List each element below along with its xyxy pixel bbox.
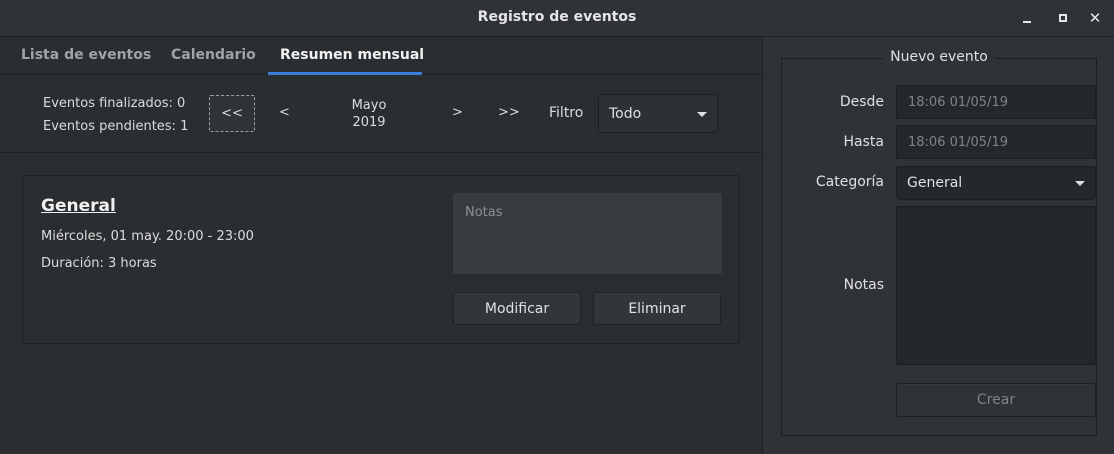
modify-button[interactable]: Modificar	[453, 292, 581, 325]
category-select[interactable]: General	[896, 166, 1096, 200]
minimize-button[interactable]	[1018, 9, 1036, 27]
next-month-button[interactable]: >	[452, 105, 463, 120]
close-icon: ✕	[1088, 8, 1102, 27]
tab-event-list[interactable]: Lista de eventos	[21, 47, 151, 63]
category-label: Categoría	[815, 174, 884, 190]
filter-value: Todo	[609, 105, 642, 122]
event-notes-field[interactable]: Notas	[453, 193, 722, 274]
window-title: Registro de eventos	[477, 9, 637, 25]
pending-events-count: Eventos pendientes: 1	[43, 119, 189, 134]
new-event-title: Nuevo evento	[883, 49, 995, 65]
event-date: Miércoles, 01 may. 20:00 - 23:00	[41, 229, 254, 244]
delete-button[interactable]: Eliminar	[593, 292, 721, 325]
summary-toolbar: Eventos finalizados: 0 Eventos pendiente…	[0, 76, 762, 153]
last-month-button[interactable]: >>	[498, 105, 520, 120]
from-label: Desde	[839, 94, 884, 110]
first-month-button[interactable]: <<	[209, 95, 255, 132]
main-pane: Lista de eventos Calendario Resumen mens…	[0, 37, 762, 454]
minimize-icon	[1023, 21, 1031, 23]
new-event-frame: Nuevo evento Desde 18:06 01/05/19 Hasta …	[781, 49, 1097, 436]
tab-calendar[interactable]: Calendario	[171, 47, 256, 63]
title-bar: Registro de eventos ✕	[0, 0, 1114, 37]
tab-monthly-summary[interactable]: Resumen mensual	[280, 47, 424, 63]
filter-select[interactable]: Todo	[598, 94, 718, 133]
finished-events-count: Eventos finalizados: 0	[43, 96, 186, 111]
previous-month-button[interactable]: <	[279, 105, 290, 120]
maximize-icon	[1059, 14, 1067, 22]
current-month: Mayo 2019	[336, 97, 402, 131]
notes-textarea[interactable]	[896, 206, 1096, 365]
to-label: Hasta	[843, 134, 884, 150]
month-year: 2019	[352, 115, 386, 130]
chevron-down-icon	[697, 111, 707, 117]
active-tab-indicator	[268, 72, 422, 75]
category-value: General	[907, 175, 963, 191]
month-name: Mayo	[351, 98, 387, 113]
event-card: General Miércoles, 01 may. 20:00 - 23:00…	[22, 175, 740, 344]
maximize-button[interactable]	[1054, 9, 1072, 27]
close-button[interactable]: ✕	[1086, 9, 1104, 27]
event-title: General	[41, 196, 116, 216]
filter-label: Filtro	[549, 105, 584, 121]
notes-label: Notas	[843, 277, 884, 293]
to-field[interactable]: 18:06 01/05/19	[896, 125, 1096, 159]
create-button[interactable]: Crear	[896, 383, 1096, 417]
from-field[interactable]: 18:06 01/05/19	[896, 85, 1096, 119]
new-event-pane: Nuevo evento Desde 18:06 01/05/19 Hasta …	[762, 37, 1114, 454]
tab-bar: Lista de eventos Calendario Resumen mens…	[0, 37, 762, 75]
chevron-down-icon	[1075, 181, 1085, 186]
event-duration: Duración: 3 horas	[41, 256, 157, 271]
